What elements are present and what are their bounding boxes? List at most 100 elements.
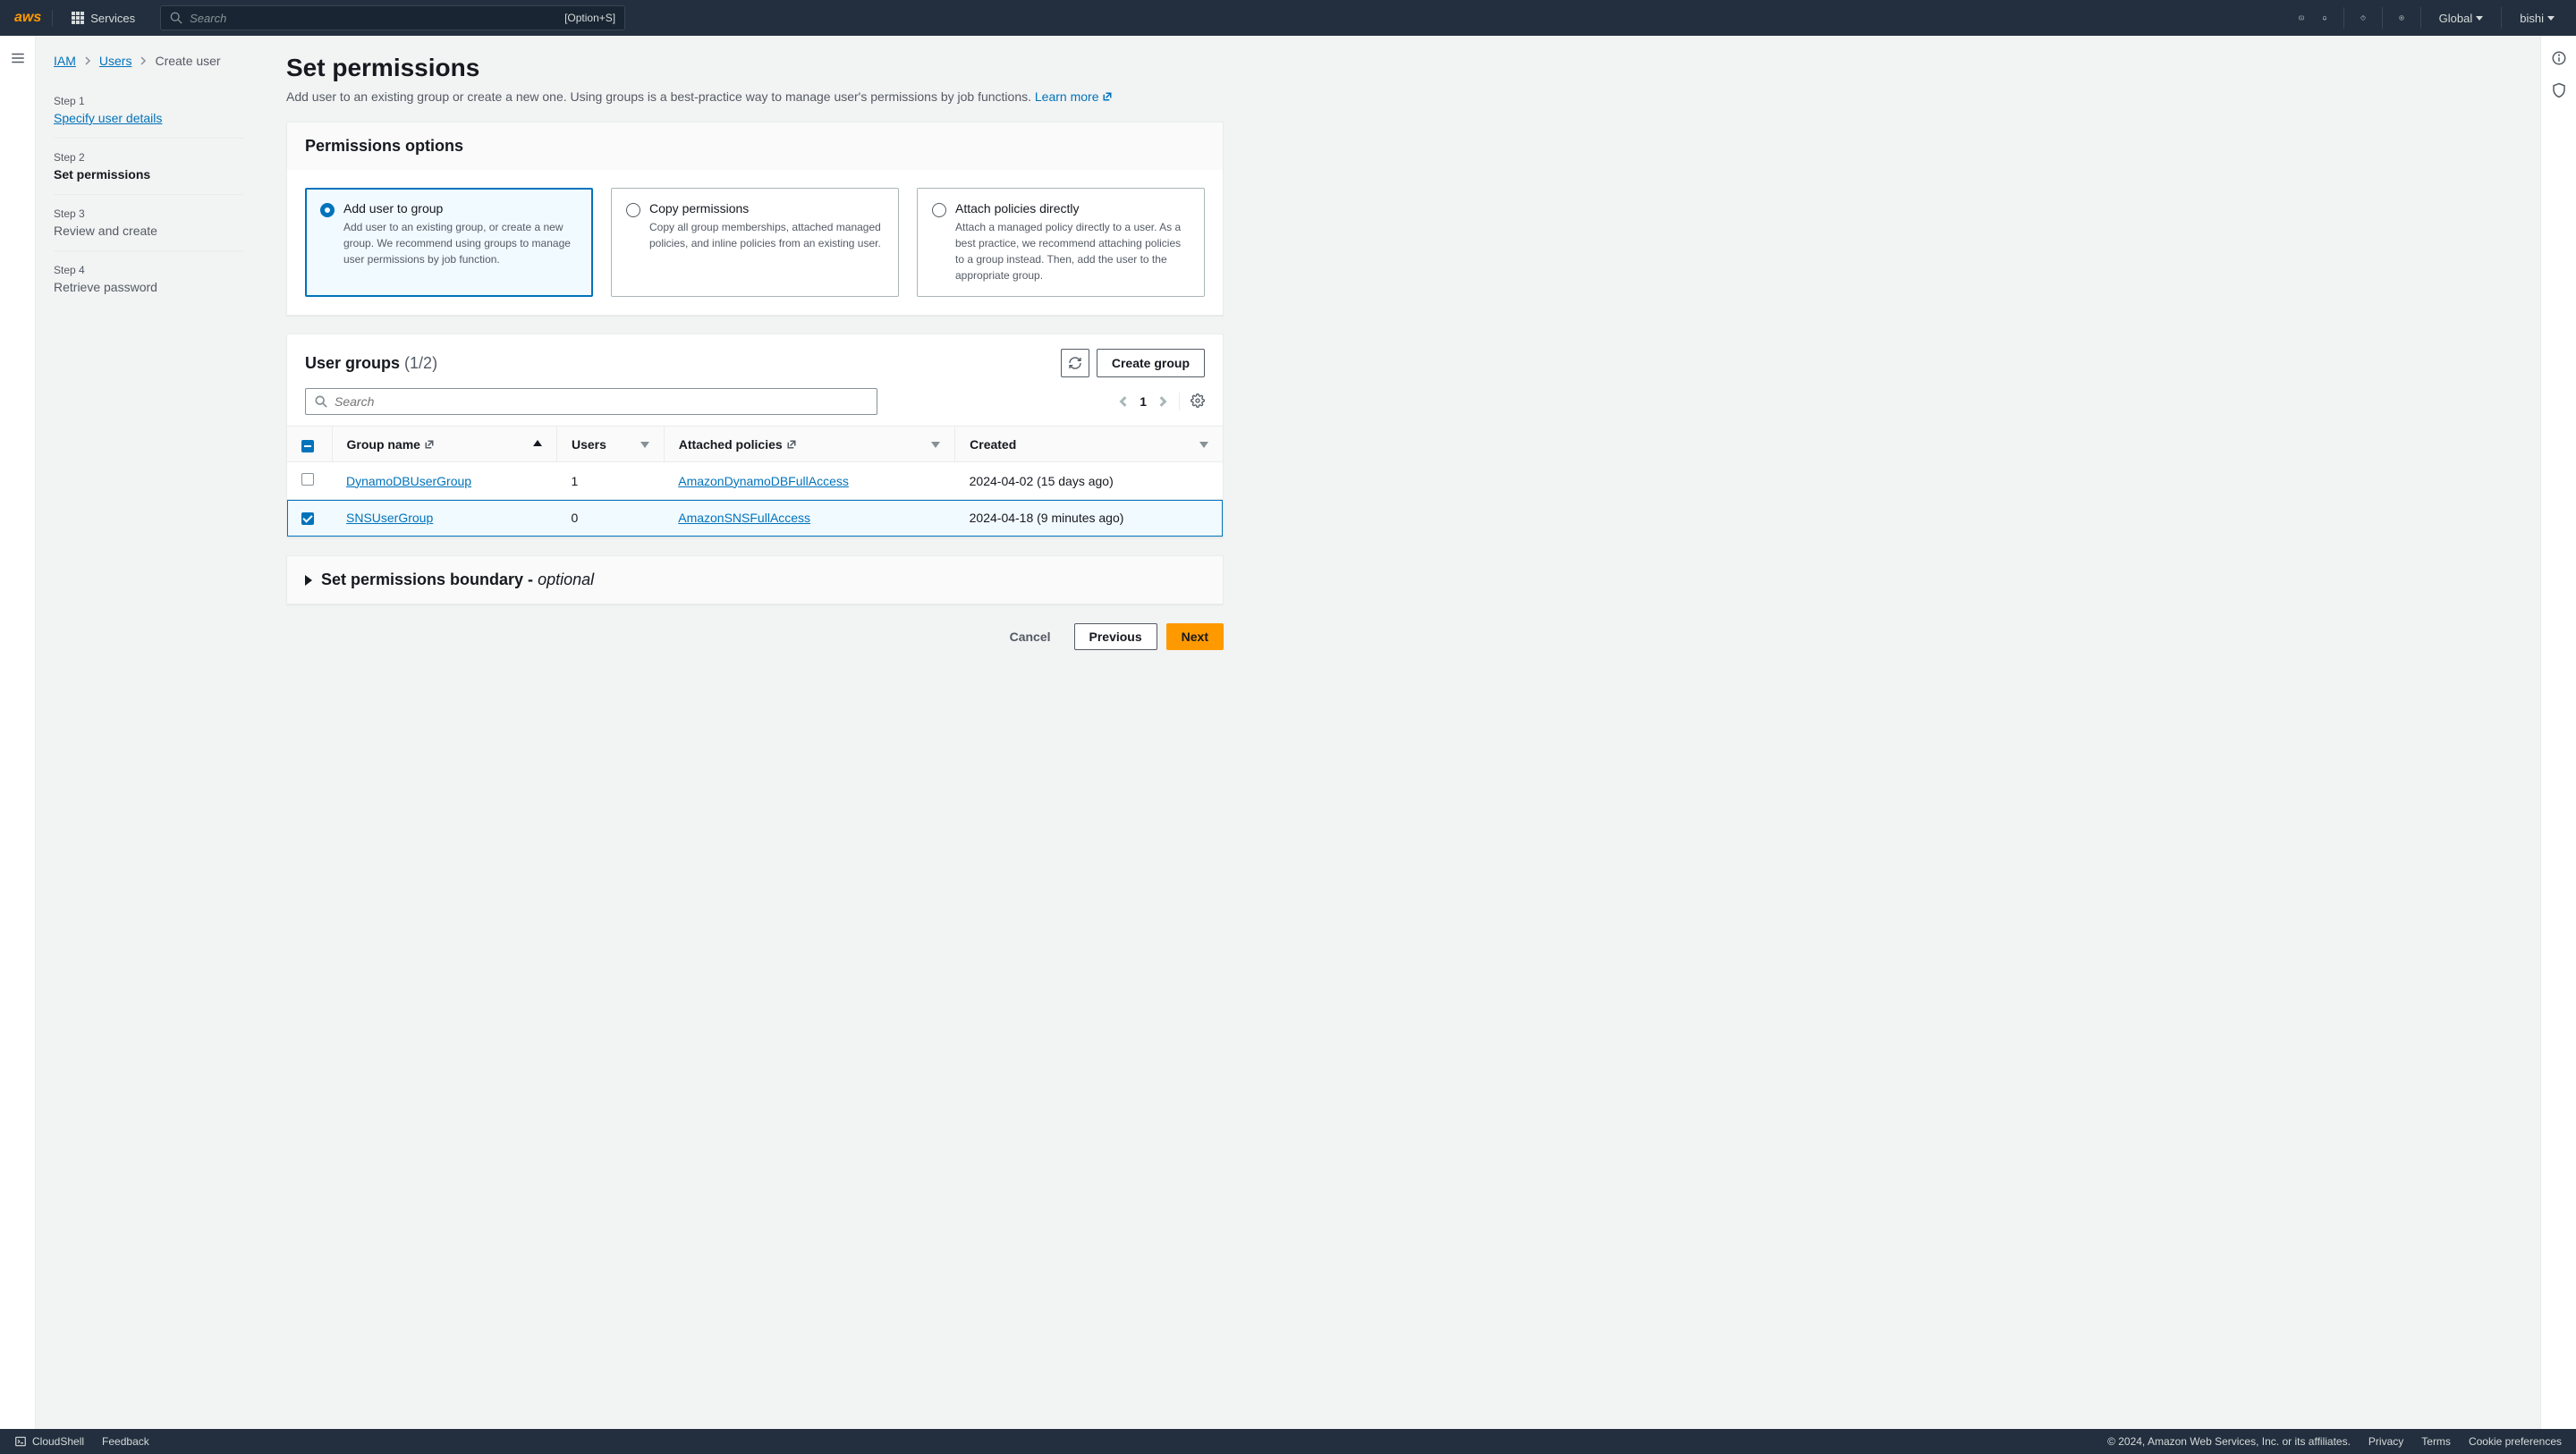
chevron-right-icon — [83, 56, 92, 65]
cancel-button[interactable]: Cancel — [996, 622, 1065, 651]
main-layout: IAM Users Create user Step 1 Specify use… — [0, 36, 2576, 1429]
grid-icon — [71, 11, 85, 25]
global-search[interactable]: [Option+S] — [160, 5, 625, 30]
privacy-link[interactable]: Privacy — [2368, 1435, 2403, 1448]
services-label: Services — [90, 12, 135, 25]
page-title: Set permissions — [286, 54, 1224, 82]
breadcrumb: IAM Users Create user — [54, 54, 243, 68]
settings-icon[interactable] — [2394, 10, 2410, 26]
create-group-button[interactable]: Create group — [1097, 349, 1205, 377]
search-shortcut: [Option+S] — [564, 12, 615, 24]
col-policies[interactable]: Attached policies — [664, 427, 954, 462]
table-row[interactable]: SNSUserGroup 0 AmazonSNSFullAccess 2024-… — [287, 500, 1223, 537]
terms-link[interactable]: Terms — [2421, 1435, 2451, 1448]
radio-icon — [320, 203, 335, 217]
group-search-input[interactable] — [335, 394, 868, 409]
group-name-link[interactable]: SNSUserGroup — [346, 511, 433, 525]
step-label: Step 2 — [54, 151, 243, 164]
step-title: Review and create — [54, 224, 243, 238]
groups-controls: 1 — [287, 377, 1223, 426]
aws-logo[interactable]: aws — [14, 10, 53, 26]
pagination: 1 — [1118, 393, 1205, 410]
groups-header: User groups (1/2) Create group — [287, 334, 1223, 377]
option-title: Attach policies directly — [955, 201, 1190, 216]
global-footer: CloudShell Feedback © 2024, Amazon Web S… — [0, 1429, 2576, 1454]
chevron-down-icon — [2547, 16, 2555, 21]
feedback-link[interactable]: Feedback — [102, 1435, 149, 1448]
wizard-footer: Cancel Previous Next — [286, 622, 1224, 651]
step-label: Step 4 — [54, 264, 243, 276]
policy-link[interactable]: AmazonDynamoDBFullAccess — [678, 474, 849, 488]
breadcrumb-users[interactable]: Users — [99, 54, 132, 68]
radio-icon — [932, 203, 946, 217]
wizard-step-2: Step 2 Set permissions — [54, 139, 243, 195]
refresh-icon — [1068, 356, 1082, 370]
step-title[interactable]: Specify user details — [54, 111, 243, 125]
radio-icon — [626, 203, 640, 217]
wizard-step-4: Step 4 Retrieve password — [54, 251, 243, 307]
groups-title: User groups (1/2) — [305, 354, 437, 373]
sort-icon — [640, 442, 649, 448]
permissions-options-panel: Permissions options Add user to group Ad… — [286, 122, 1224, 316]
wizard-step-3: Step 3 Review and create — [54, 195, 243, 251]
table-row[interactable]: DynamoDBUserGroup 1 AmazonDynamoDBFullAc… — [287, 462, 1223, 500]
external-link-icon — [1102, 91, 1113, 102]
info-icon[interactable] — [2551, 50, 2567, 66]
next-page-icon[interactable] — [1157, 396, 1168, 407]
main-area: IAM Users Create user Step 1 Specify use… — [36, 36, 2540, 1429]
prev-page-icon[interactable] — [1118, 396, 1129, 407]
external-link-icon — [424, 439, 435, 450]
menu-toggle-icon[interactable] — [10, 50, 26, 66]
services-menu[interactable]: Services — [60, 11, 146, 25]
col-created[interactable]: Created — [955, 427, 1223, 462]
created-cell: 2024-04-02 (15 days ago) — [955, 462, 1223, 500]
option-attach-policies[interactable]: Attach policies directly Attach a manage… — [917, 188, 1205, 297]
content-area: Set permissions Add user to an existing … — [268, 36, 1252, 1429]
option-desc: Attach a managed policy directly to a us… — [955, 219, 1190, 283]
col-users[interactable]: Users — [557, 427, 665, 462]
right-sidebar-rail — [2540, 36, 2576, 1429]
search-icon — [315, 395, 327, 408]
chevron-down-icon — [2476, 16, 2483, 21]
previous-button[interactable]: Previous — [1074, 623, 1157, 650]
select-all-checkbox[interactable] — [301, 440, 314, 452]
sort-asc-icon — [533, 440, 542, 446]
next-button[interactable]: Next — [1166, 623, 1224, 650]
users-cell: 0 — [557, 500, 665, 537]
global-search-input[interactable] — [190, 12, 564, 25]
learn-more-link[interactable]: Learn more — [1035, 89, 1113, 104]
wizard-sidebar: IAM Users Create user Step 1 Specify use… — [36, 36, 268, 1429]
breadcrumb-root[interactable]: IAM — [54, 54, 76, 68]
permissions-boundary-panel: Set permissions boundary - optional — [286, 555, 1224, 604]
cloudshell-icon[interactable] — [2293, 10, 2309, 26]
cloudshell-icon — [14, 1435, 27, 1448]
refresh-button[interactable] — [1061, 349, 1089, 377]
panel-heading: Permissions options — [287, 123, 1223, 170]
notifications-icon[interactable] — [2317, 10, 2333, 26]
option-copy-permissions[interactable]: Copy permissions Copy all group membersh… — [611, 188, 899, 297]
option-desc: Copy all group memberships, attached man… — [649, 219, 884, 251]
step-title: Set permissions — [54, 167, 243, 182]
cloudshell-link[interactable]: CloudShell — [14, 1435, 84, 1448]
sort-icon — [931, 442, 940, 448]
shield-icon[interactable] — [2551, 82, 2567, 98]
row-checkbox[interactable] — [301, 512, 314, 525]
group-search[interactable] — [305, 388, 877, 415]
row-checkbox[interactable] — [301, 473, 314, 486]
table-preferences-button[interactable] — [1191, 393, 1205, 410]
group-name-link[interactable]: DynamoDBUserGroup — [346, 474, 471, 488]
boundary-toggle[interactable]: Set permissions boundary - optional — [287, 556, 1223, 604]
option-add-to-group[interactable]: Add user to group Add user to an existin… — [305, 188, 593, 297]
caret-right-icon — [305, 575, 312, 586]
page-number: 1 — [1140, 394, 1147, 409]
help-icon[interactable] — [2355, 10, 2371, 26]
col-group-name[interactable]: Group name — [332, 427, 557, 462]
policy-link[interactable]: AmazonSNSFullAccess — [678, 511, 810, 525]
region-selector[interactable]: Global — [2432, 12, 2491, 25]
external-link-icon — [786, 439, 797, 450]
account-menu[interactable]: bishi — [2512, 12, 2562, 25]
cookie-preferences-link[interactable]: Cookie preferences — [2469, 1435, 2562, 1448]
option-title: Copy permissions — [649, 201, 884, 216]
search-icon — [170, 12, 182, 24]
sort-icon — [1199, 442, 1208, 448]
